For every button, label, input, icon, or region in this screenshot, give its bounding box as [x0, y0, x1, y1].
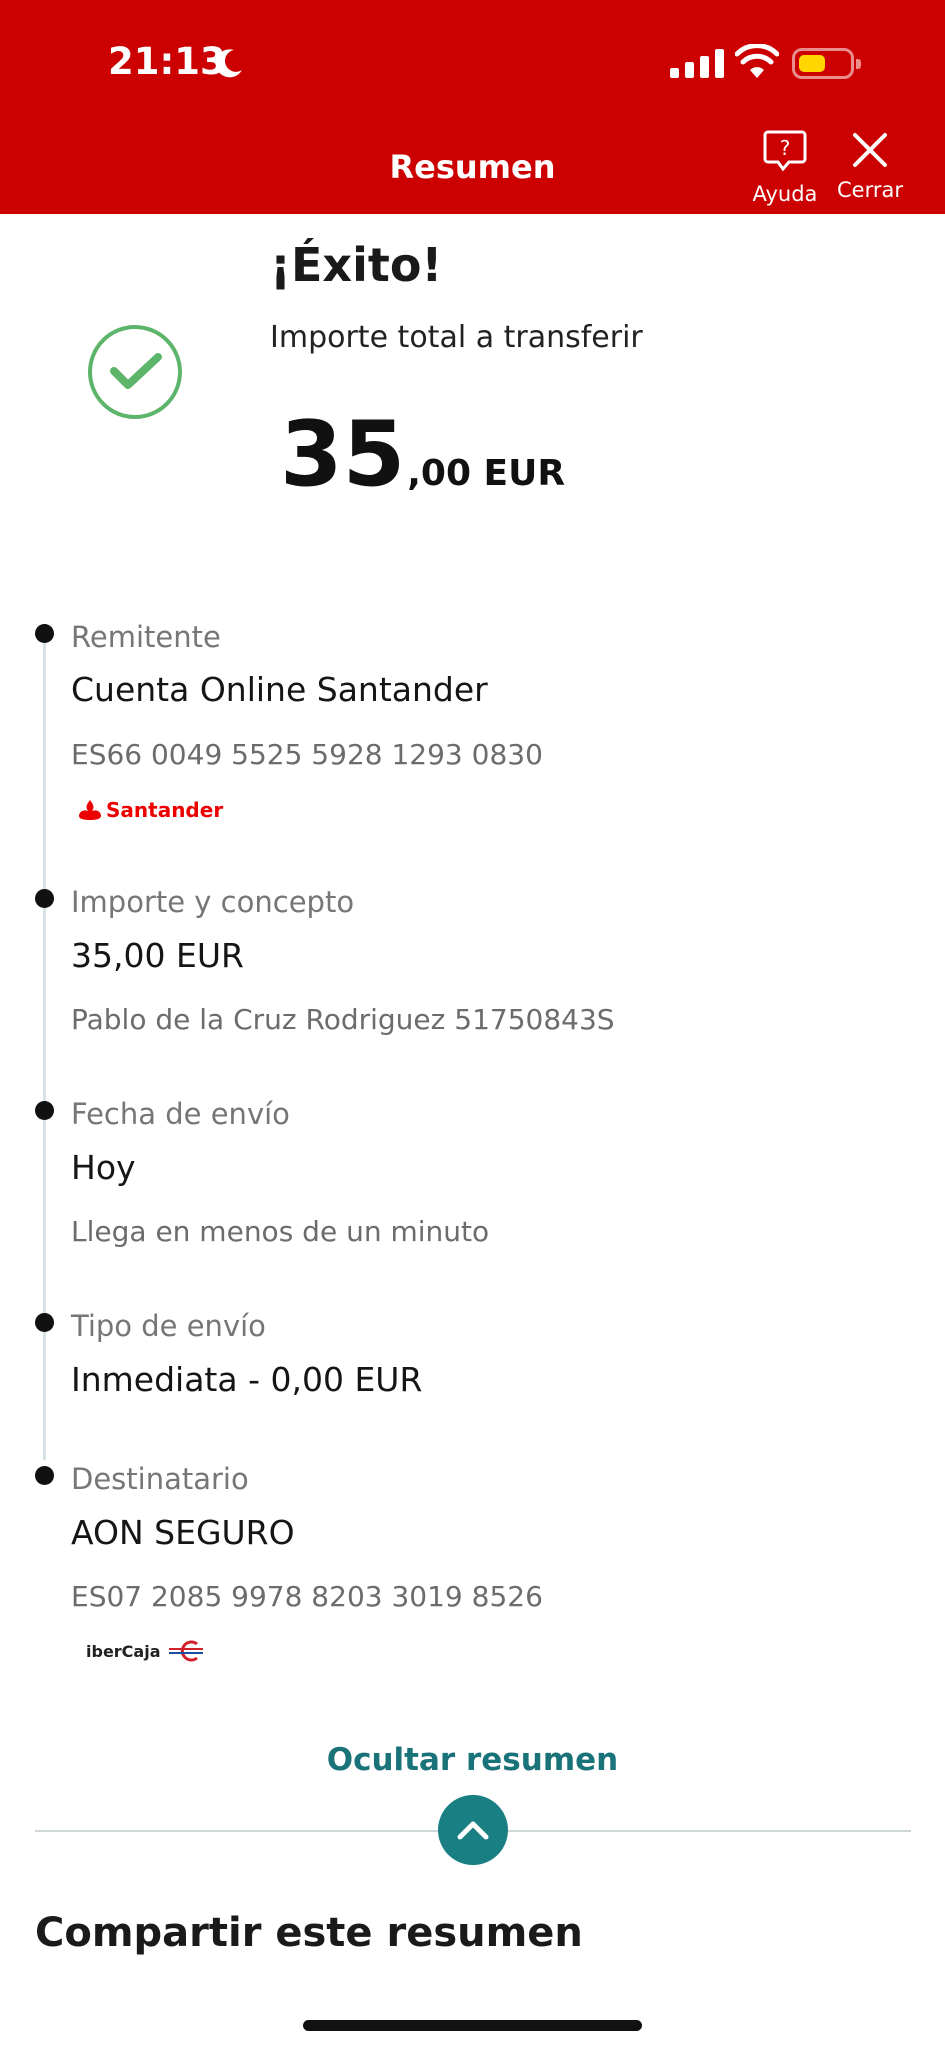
amount-decimal: ,00 EUR	[407, 453, 566, 494]
chevron-up-icon	[457, 1821, 489, 1840]
hide-summary-link[interactable]: Ocultar resumen	[0, 1742, 945, 1778]
transfer-concept: Pablo de la Cruz Rodriguez 51750843S	[71, 1003, 615, 1036]
success-title: ¡Éxito!	[270, 238, 443, 292]
sender-account-name: Cuenta Online Santander	[71, 670, 488, 709]
close-icon	[853, 133, 887, 167]
santander-flame-icon	[79, 800, 101, 820]
sender-iban: ES66 0049 5525 5928 1293 0830	[71, 738, 543, 771]
status-time: 21:13	[108, 40, 226, 83]
app-header: 21:13 Resumen ? Ayuda Cerrar	[0, 0, 945, 214]
amount-concept-label: Importe y concepto	[71, 885, 355, 919]
send-date-note: Llega en menos de un minuto	[71, 1215, 490, 1248]
transfer-amount: 35,00 EUR	[71, 936, 244, 975]
send-date-label: Fecha de envío	[71, 1097, 290, 1131]
moon-icon	[215, 49, 242, 78]
home-indicator	[303, 2020, 642, 2031]
recipient-label: Destinatario	[71, 1462, 249, 1496]
total-amount: 35,00 EUR	[280, 402, 565, 507]
send-date-value: Hoy	[71, 1148, 136, 1187]
success-check-icon	[88, 325, 182, 419]
timeline-dot	[35, 624, 54, 643]
timeline-line	[43, 640, 46, 1460]
help-label: Ayuda	[752, 182, 818, 206]
sender-label: Remitente	[71, 620, 221, 654]
share-summary-title: Compartir este resumen	[35, 1910, 583, 1956]
timeline-dot	[35, 1466, 54, 1485]
recipient-iban: ES07 2085 9978 8203 3019 8526	[71, 1580, 543, 1613]
close-label: Cerrar	[837, 178, 903, 202]
timeline-dot	[35, 1313, 54, 1332]
amount-integer: 35	[280, 402, 406, 507]
help-icon: ?	[763, 130, 807, 172]
wifi-icon	[735, 44, 779, 78]
collapse-summary-button[interactable]	[438, 1795, 508, 1865]
recipient-name: AON SEGURO	[71, 1513, 295, 1552]
santander-logo: Santander	[78, 798, 223, 822]
send-type-value: Inmediata - 0,00 EUR	[71, 1360, 423, 1399]
santander-logo-text: Santander	[106, 798, 224, 822]
ibercaja-logo-text: iberCaja	[86, 1641, 161, 1661]
ibercaja-logo: iberCaja	[86, 1640, 207, 1662]
signal-icon	[670, 48, 724, 78]
battery-icon	[792, 48, 861, 79]
timeline-dot	[35, 889, 54, 908]
timeline-dot	[35, 1101, 54, 1120]
ibercaja-emblem-icon	[168, 1640, 203, 1662]
svg-text:?: ?	[780, 136, 791, 160]
help-button[interactable]: ? Ayuda	[746, 128, 824, 206]
send-type-label: Tipo de envío	[71, 1309, 266, 1343]
close-button[interactable]: Cerrar	[830, 128, 910, 202]
amount-caption: Importe total a transferir	[270, 320, 643, 355]
